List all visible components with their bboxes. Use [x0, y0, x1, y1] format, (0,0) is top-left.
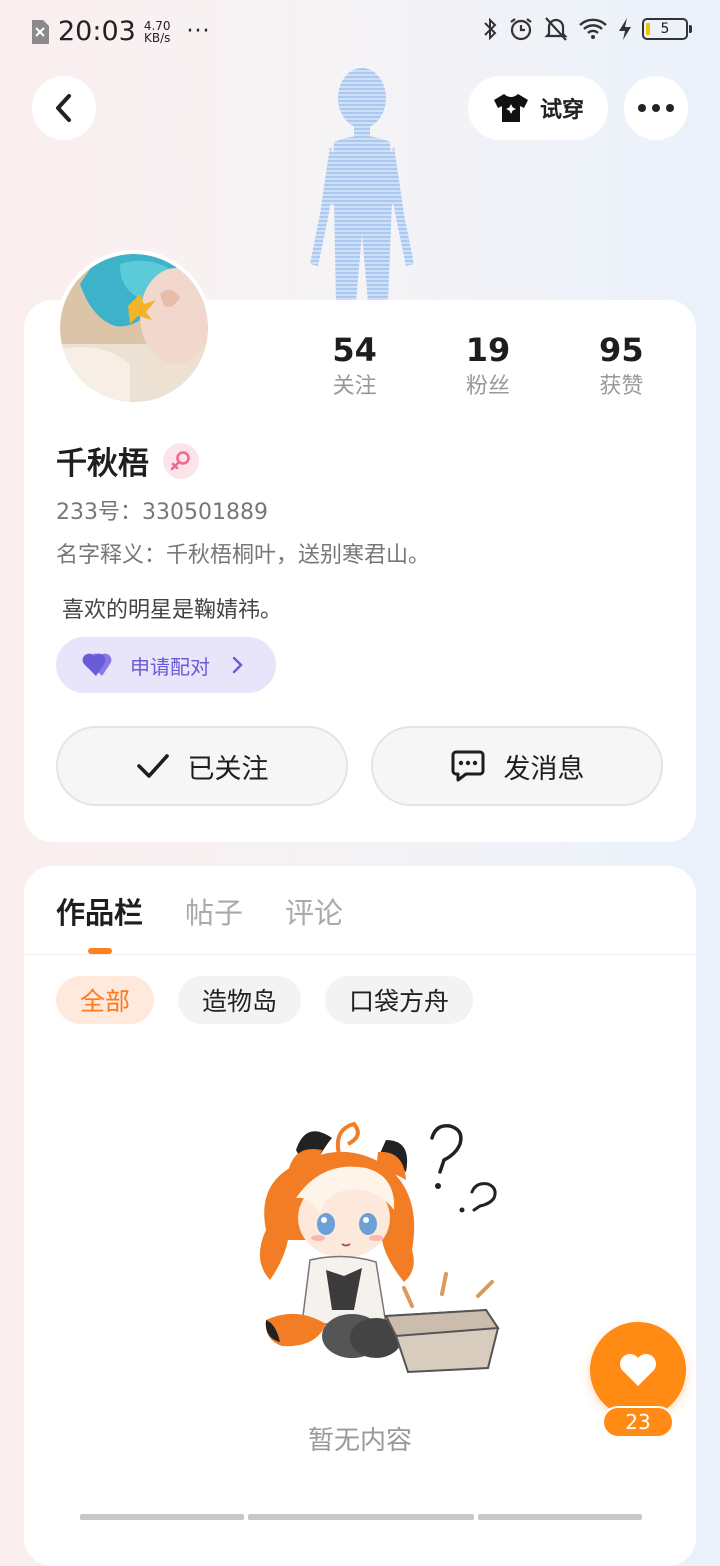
double-heart-icon — [82, 653, 112, 676]
charging-icon — [619, 18, 631, 40]
empty-state-mascot-illustration — [259, 1121, 500, 1374]
tab-posts[interactable]: 帖子 — [185, 890, 243, 932]
no-sim-icon — [32, 19, 49, 44]
stat-number: 54 — [332, 331, 377, 369]
stat-label: 关注 — [332, 374, 377, 399]
back-button[interactable] — [32, 76, 96, 140]
content-tabs: 作品栏 帖子 评论 — [56, 890, 343, 932]
female-icon — [163, 442, 199, 479]
more-dots-icon — [638, 104, 674, 112]
profile-stats: 54 关注 19 粉丝 95 获赞 — [288, 330, 688, 404]
chevron-left-icon — [56, 94, 71, 122]
chevron-right-icon — [232, 656, 243, 674]
user-id: 233号：330501889 — [56, 500, 268, 525]
chip-pocket-ark[interactable]: 口袋方舟 — [325, 976, 474, 1024]
bluetooth-icon — [484, 17, 497, 41]
clock: 20:03 — [58, 16, 136, 47]
followed-label: 已关注 — [187, 753, 269, 785]
avatar[interactable] — [56, 250, 212, 406]
tab-comments[interactable]: 评论 — [285, 890, 343, 932]
network-speed: 4.70 KB/s — [143, 18, 171, 45]
like-count-badge: 23 — [602, 1406, 674, 1438]
user-bio: 喜欢的明星是鞠婧祎。 — [62, 598, 283, 623]
alarm-icon — [510, 18, 532, 41]
filter-chips: 全部 造物岛 口袋方舟 — [56, 976, 474, 1024]
try-on-label: 试穿 — [539, 98, 584, 123]
name-row: 千秋梧 — [56, 438, 199, 483]
stat-following[interactable]: 54 关注 — [288, 330, 421, 404]
send-message-label: 发消息 — [503, 753, 585, 785]
apply-pairing-button[interactable]: 申请配对 — [56, 637, 276, 693]
checkmark-icon — [136, 754, 169, 778]
mute-bell-icon — [544, 17, 568, 41]
more-options-button[interactable] — [624, 76, 688, 140]
send-message-button[interactable]: 发消息 — [371, 726, 663, 806]
tabs-divider — [24, 954, 696, 955]
followed-button[interactable]: 已关注 — [56, 726, 348, 806]
chip-all[interactable]: 全部 — [56, 976, 155, 1024]
avatar-photo — [60, 254, 208, 402]
status-bar: 20:03 4.70 KB/s ··· 5 — [0, 0, 720, 64]
stat-followers[interactable]: 19 粉丝 — [421, 330, 554, 404]
stat-likes[interactable]: 95 获赞 — [555, 330, 688, 404]
stat-number: 19 — [465, 331, 511, 369]
more-notifications-icon: ··· — [186, 19, 211, 44]
tshirt-icon — [493, 94, 528, 122]
bottom-placeholder-bars — [80, 1514, 642, 1520]
try-on-button[interactable]: 试穿 — [468, 76, 608, 140]
apply-pairing-label: 申请配对 — [130, 654, 210, 679]
wifi-icon — [579, 18, 607, 39]
user-name: 千秋梧 — [56, 446, 149, 482]
chat-bubble-icon — [451, 750, 484, 782]
stat-label: 粉丝 — [465, 374, 510, 399]
avatar-hologram-figure — [310, 68, 414, 302]
chip-creation-island[interactable]: 造物岛 — [178, 976, 302, 1024]
stat-label: 获赞 — [599, 374, 644, 399]
name-meaning: 名字释义：千秋梧桐叶，送别寒君山。 — [56, 543, 431, 568]
tab-works[interactable]: 作品栏 — [56, 890, 143, 932]
heart-icon — [620, 1354, 656, 1386]
like-button[interactable] — [590, 1322, 686, 1418]
stat-number: 95 — [599, 331, 644, 369]
battery-indicator: 5 — [642, 18, 692, 40]
